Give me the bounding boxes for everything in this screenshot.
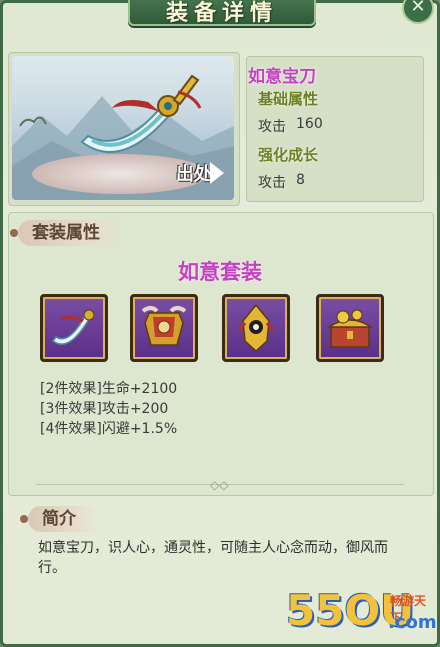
growth-stat-value: 8 (296, 172, 305, 188)
set-piece-slot-3[interactable] (222, 294, 290, 362)
source-link-label[interactable]: 出处 (176, 160, 212, 186)
source-arrow-icon[interactable] (210, 162, 224, 184)
set-piece-slot-1[interactable] (40, 294, 108, 362)
helmet-icon (237, 303, 275, 353)
close-icon: ✕ (410, 0, 426, 17)
set-section-tag-label: 套装属性 (32, 223, 100, 243)
set-effect-3: [3件效果]攻击+200 (40, 401, 169, 417)
set-effect-2: [2件效果]生命+2100 (40, 381, 178, 397)
window-title: 装备详情 (165, 1, 278, 26)
intro-section-tag-label: 简介 (42, 509, 76, 529)
item-name: 如意宝刀 (248, 67, 316, 87)
watermark-suffix: .com (388, 612, 437, 633)
intro-section-tag: 简介 (20, 506, 98, 532)
growth-stat-label: 攻击 (258, 175, 286, 191)
armor-icon (141, 306, 187, 346)
divider-ornament-icon: ◇◇ (210, 478, 229, 492)
tag-dot-icon (20, 515, 28, 523)
treasure-chest-icon (326, 309, 374, 348)
site-watermark: 55OU 畅游天下 .com (286, 586, 437, 644)
set-section-tag: 套装属性 (10, 220, 122, 246)
item-description: 如意宝刀，识人心，通灵性，可随主人心念而动，御风而行。 (38, 540, 388, 576)
attack-stat-value: 160 (296, 116, 323, 132)
set-piece-slot-4[interactable] (316, 294, 384, 362)
set-piece-slot-2[interactable] (130, 294, 198, 362)
growth-title: 强化成长 (258, 146, 319, 164)
tag-dot-icon (10, 229, 18, 237)
item-preview-scene: 出处 (12, 56, 234, 200)
base-attr-title: 基础属性 (258, 90, 319, 108)
sword-icon (51, 309, 95, 345)
set-name: 如意套装 (178, 260, 262, 284)
title-bar: 装备详情 (128, 0, 316, 26)
set-effect-4: [4件效果]闪避+1.5% (40, 421, 178, 437)
attack-stat-label: 攻击 (258, 119, 286, 135)
